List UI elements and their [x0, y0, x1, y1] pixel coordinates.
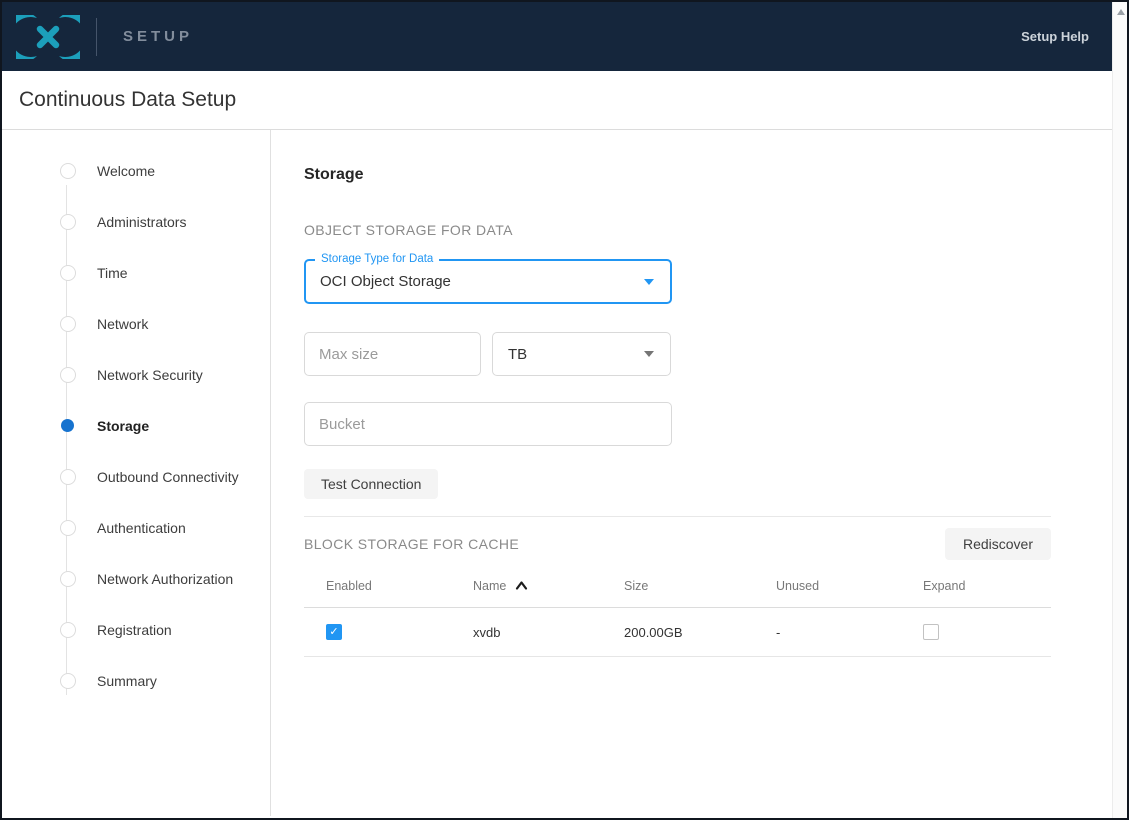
vertical-scrollbar[interactable]	[1112, 2, 1127, 818]
size-unit-select[interactable]: TB	[492, 332, 671, 376]
step-network[interactable]: Network	[2, 298, 270, 349]
size-unit-value: TB	[508, 345, 528, 363]
header-divider	[96, 17, 97, 56]
step-label: Time	[97, 264, 128, 281]
step-label: Registration	[97, 621, 172, 638]
wizard-stepper: Welcome Administrators Time Network Netw…	[2, 145, 270, 706]
section-divider	[304, 516, 1051, 517]
disk-unused-cell: -	[776, 624, 781, 640]
step-label: Outbound Connectivity	[97, 468, 239, 485]
setup-help-link[interactable]: Setup Help	[1021, 29, 1089, 44]
step-label: Network Security	[97, 366, 203, 383]
step-circle-icon	[59, 264, 76, 281]
column-header-expand: Expand	[923, 578, 966, 593]
step-circle-icon	[59, 162, 76, 179]
storage-heading: Storage	[304, 166, 364, 183]
scroll-up-arrow-icon[interactable]	[1113, 5, 1127, 19]
object-storage-section-label: OBJECT STORAGE FOR DATA	[304, 222, 513, 238]
test-connection-button[interactable]: Test Connection	[304, 469, 439, 499]
column-header-unused: Unused	[776, 578, 820, 593]
step-summary[interactable]: Summary	[2, 655, 270, 706]
app-header: SETUP Setup Help	[2, 2, 1127, 71]
disk-name-cell: xvdb	[473, 624, 501, 640]
step-outbound-connectivity[interactable]: Outbound Connectivity	[2, 451, 270, 502]
block-storage-section-label: BLOCK STORAGE FOR CACHE	[304, 536, 520, 552]
column-header-size: Size	[624, 578, 649, 593]
storage-type-label: Storage Type for Data	[315, 253, 440, 265]
step-authentication[interactable]: Authentication	[2, 502, 270, 553]
rediscover-button[interactable]: Rediscover	[944, 528, 1051, 560]
enabled-checkbox[interactable]	[326, 624, 342, 640]
step-label: Authentication	[97, 519, 186, 536]
step-circle-icon	[59, 672, 76, 689]
step-label: Network	[97, 315, 149, 332]
step-label: Welcome	[97, 162, 156, 179]
step-time[interactable]: Time	[2, 247, 270, 298]
sort-ascending-icon	[515, 580, 528, 591]
step-registration[interactable]: Registration	[2, 604, 270, 655]
step-circle-icon	[59, 621, 76, 638]
step-circle-icon	[59, 213, 76, 230]
step-circle-icon	[59, 519, 76, 536]
storage-type-value: OCI Object Storage	[320, 273, 451, 290]
step-circle-icon	[59, 570, 76, 587]
step-label: Network Authorization	[97, 570, 234, 587]
wizard-sidebar: Welcome Administrators Time Network Netw…	[2, 130, 271, 816]
delphix-logo-icon	[16, 14, 80, 59]
table-header-row: Enabled Name Size Unused Expand	[304, 564, 1051, 608]
chevron-down-icon	[644, 351, 654, 357]
step-welcome[interactable]: Welcome	[2, 145, 270, 196]
page-title: Continuous Data Setup	[19, 88, 237, 111]
step-circle-icon	[59, 417, 76, 434]
setup-window: SETUP Setup Help Continuous Data Setup W…	[0, 0, 1129, 820]
step-circle-icon	[59, 315, 76, 332]
max-size-input[interactable]	[304, 332, 481, 376]
step-network-authorization[interactable]: Network Authorization	[2, 553, 270, 604]
storage-type-select[interactable]: Storage Type for Data OCI Object Storage	[304, 253, 672, 304]
bucket-input[interactable]	[304, 402, 672, 446]
chevron-down-icon	[644, 278, 654, 285]
expand-checkbox[interactable]	[923, 624, 939, 640]
column-header-name[interactable]: Name	[473, 579, 624, 593]
disk-size-cell: 200.00GB	[624, 624, 683, 640]
step-label: Storage	[97, 417, 150, 434]
step-label: Summary	[97, 672, 157, 689]
table-row: xvdb 200.00GB -	[304, 608, 1051, 657]
step-circle-icon	[59, 468, 76, 485]
column-header-enabled: Enabled	[326, 578, 372, 593]
page-title-bar: Continuous Data Setup	[2, 71, 1127, 130]
step-circle-icon	[59, 366, 76, 383]
main-content: Storage OBJECT STORAGE FOR DATA Storage …	[271, 130, 1127, 816]
step-storage[interactable]: Storage	[2, 400, 270, 451]
step-network-security[interactable]: Network Security	[2, 349, 270, 400]
step-administrators[interactable]: Administrators	[2, 196, 270, 247]
block-storage-table: Enabled Name Size Unused Expand ✓ xvdb 2…	[304, 564, 1051, 657]
step-label: Administrators	[97, 213, 187, 230]
product-name: SETUP	[123, 28, 194, 45]
